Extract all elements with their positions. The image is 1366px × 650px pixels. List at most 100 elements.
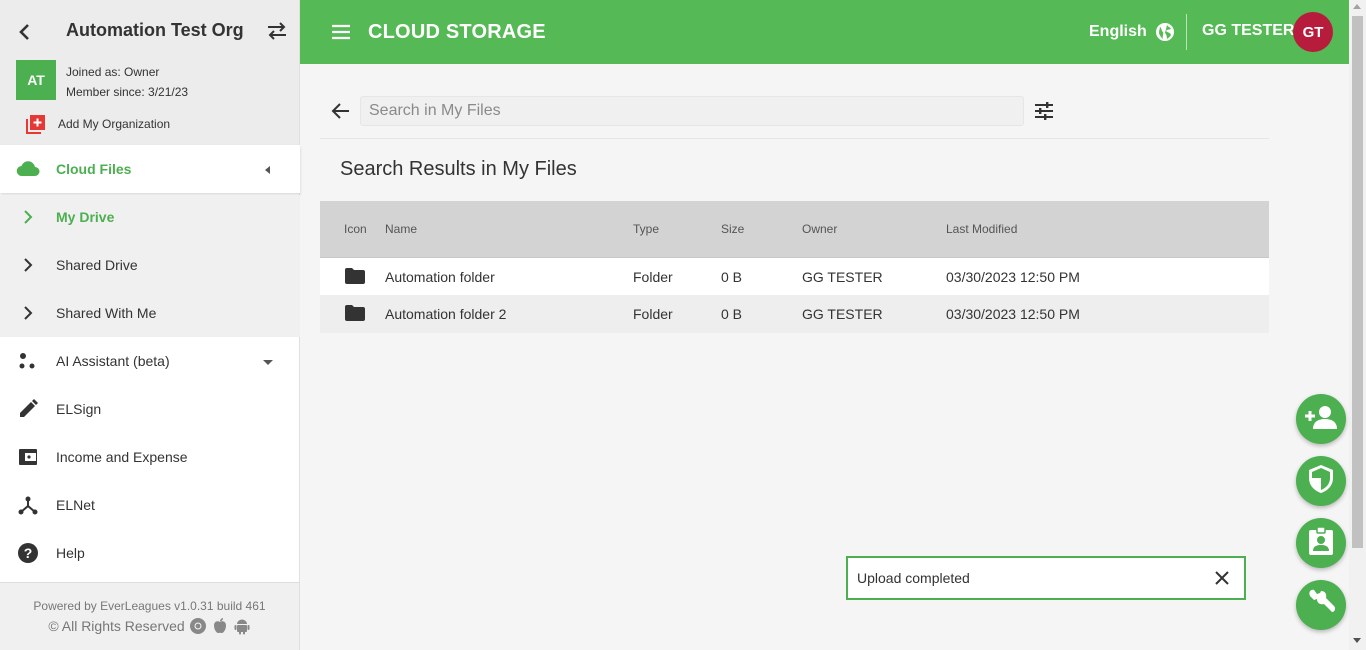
header-divider xyxy=(1186,14,1187,50)
nav-shared-drive[interactable]: Shared Drive xyxy=(0,241,300,289)
column-header-modified[interactable]: Last Modified xyxy=(946,222,1017,236)
top-app-bar: CLOUD STORAGE English GG TESTER GT xyxy=(300,0,1349,64)
folder-icon xyxy=(345,305,365,321)
nav-income-expense[interactable]: Income and Expense xyxy=(0,433,300,481)
chevron-right-icon xyxy=(16,205,40,229)
file-owner: GG TESTER xyxy=(802,306,883,322)
caret-left-icon xyxy=(262,163,274,175)
results-table: Icon Name Type Size Owner Last Modified … xyxy=(320,201,1269,333)
add-person-button[interactable] xyxy=(1296,394,1346,444)
rights-text: © All Rights Reserved xyxy=(48,618,185,634)
add-box-icon xyxy=(26,114,46,134)
folder-icon xyxy=(345,268,365,284)
contacts-button[interactable] xyxy=(1296,518,1346,568)
nav-shared-with-me[interactable]: Shared With Me xyxy=(0,289,300,337)
wallet-icon xyxy=(16,445,40,469)
nav-cloud-files[interactable]: Cloud Files xyxy=(0,145,300,193)
nav-shared-with-me-label: Shared With Me xyxy=(56,305,157,321)
sidebar-footer: Powered by EverLeagues v1.0.31 build 461… xyxy=(0,582,299,650)
language-selector[interactable]: English xyxy=(1089,22,1175,42)
upload-toast: Upload completed xyxy=(846,556,1246,600)
tools-button[interactable] xyxy=(1296,580,1346,630)
file-type: Folder xyxy=(633,269,673,285)
nav-help-label: Help xyxy=(56,545,85,561)
org-header: Automation Test Org AT Joined as: Owner … xyxy=(0,0,299,150)
svg-text:?: ? xyxy=(24,545,33,561)
scroll-down-arrow-icon[interactable] xyxy=(1353,638,1361,643)
column-header-size[interactable]: Size xyxy=(721,222,744,236)
column-header-type[interactable]: Type xyxy=(633,222,659,236)
file-modified: 03/30/2023 12:50 PM xyxy=(946,269,1080,285)
file-owner: GG TESTER xyxy=(802,269,883,285)
page-scrollbar[interactable] xyxy=(1349,0,1366,650)
add-person-icon xyxy=(1304,404,1338,435)
table-row[interactable]: Automation folder Folder 0 B GG TESTER 0… xyxy=(320,257,1269,295)
file-size: 0 B xyxy=(721,269,743,285)
search-input[interactable] xyxy=(360,96,1024,126)
search-divider xyxy=(320,138,1269,139)
org-membership-info: Joined as: Owner Member since: 3/21/23 xyxy=(66,62,188,102)
file-type: Folder xyxy=(633,306,673,322)
globe-icon xyxy=(1155,22,1175,42)
table-header: Icon Name Type Size Owner Last Modified xyxy=(320,201,1269,257)
filter-sliders-icon[interactable] xyxy=(1033,100,1055,122)
shield-icon xyxy=(1308,464,1334,499)
language-label: English xyxy=(1089,23,1147,40)
android-icon[interactable] xyxy=(233,617,251,635)
member-since-text: Member since: 3/21/23 xyxy=(66,85,189,99)
nav-ai-assistant-label: AI Assistant (beta) xyxy=(56,353,170,369)
ai-dots-icon xyxy=(16,349,40,373)
close-icon[interactable] xyxy=(1214,570,1230,586)
sidebar: Automation Test Org AT Joined as: Owner … xyxy=(0,0,300,650)
column-header-owner[interactable]: Owner xyxy=(802,222,837,236)
add-organization-label: Add My Organization xyxy=(58,117,171,131)
back-arrow-icon[interactable] xyxy=(330,100,352,122)
file-name: Automation folder 2 xyxy=(385,306,507,322)
nav-my-drive-label: My Drive xyxy=(56,209,115,225)
user-name: GG TESTER xyxy=(1202,22,1295,39)
column-header-icon[interactable]: Icon xyxy=(344,222,367,236)
joined-as-text: Joined as: Owner xyxy=(66,65,160,79)
caret-down-icon xyxy=(262,355,274,367)
nav-shared-drive-label: Shared Drive xyxy=(56,257,138,273)
switch-org-icon[interactable] xyxy=(266,21,288,41)
hamburger-menu-icon[interactable] xyxy=(330,22,352,42)
powered-by-text: Powered by EverLeagues v1.0.31 build 461 xyxy=(33,599,266,613)
file-size: 0 B xyxy=(721,306,743,322)
nav-help[interactable]: ? Help xyxy=(0,529,300,577)
nav-elsign-label: ELSign xyxy=(56,401,102,417)
org-name: Automation Test Org xyxy=(66,20,244,40)
file-modified: 03/30/2023 12:50 PM xyxy=(946,306,1080,322)
security-button[interactable] xyxy=(1296,456,1346,506)
nav-elsign[interactable]: ELSign xyxy=(0,385,300,433)
nav-elnet-label: ELNet xyxy=(56,497,95,513)
nav-income-expense-label: Income and Expense xyxy=(56,449,188,465)
nav-my-drive[interactable]: My Drive xyxy=(0,193,300,241)
chevron-right-icon xyxy=(16,253,40,277)
back-chevron-icon[interactable] xyxy=(14,20,34,44)
results-title: Search Results in My Files xyxy=(340,158,577,180)
network-icon xyxy=(16,493,40,517)
toast-message: Upload completed xyxy=(857,570,970,586)
scrollbar-thumb[interactable] xyxy=(1352,16,1363,548)
wrench-icon xyxy=(1306,588,1336,623)
nav-ai-assistant[interactable]: AI Assistant (beta) xyxy=(0,337,300,385)
cloud-icon xyxy=(16,157,40,181)
org-avatar: AT xyxy=(16,60,56,100)
chevron-right-icon xyxy=(16,301,40,325)
scroll-up-arrow-icon[interactable] xyxy=(1353,4,1361,9)
user-avatar[interactable]: GT xyxy=(1293,12,1333,52)
pencil-icon xyxy=(16,397,40,421)
app-title: CLOUD STORAGE xyxy=(368,21,546,43)
add-organization-button[interactable]: Add My Organization xyxy=(26,114,170,134)
apple-icon[interactable] xyxy=(211,617,229,635)
footer-rights-row: © All Rights Reserved xyxy=(0,617,299,635)
file-name: Automation folder xyxy=(385,269,495,285)
table-row[interactable]: Automation folder 2 Folder 0 B GG TESTER… xyxy=(320,295,1269,333)
help-icon: ? xyxy=(16,541,40,565)
contact-card-icon xyxy=(1308,525,1334,561)
nav-elnet[interactable]: ELNet xyxy=(0,481,300,529)
chrome-icon[interactable] xyxy=(189,617,207,635)
column-header-name[interactable]: Name xyxy=(385,222,417,236)
nav-cloud-files-label: Cloud Files xyxy=(56,161,132,177)
